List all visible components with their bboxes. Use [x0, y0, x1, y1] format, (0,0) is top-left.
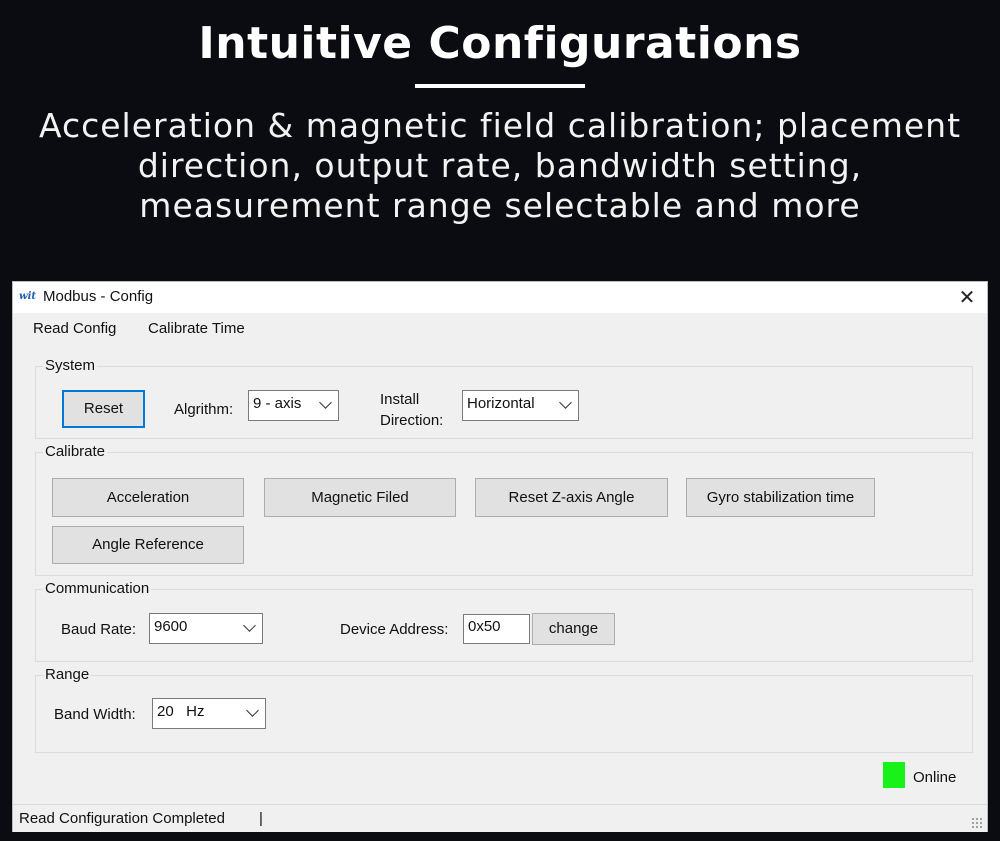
online-label: Online — [913, 769, 957, 786]
algorithm-value: 9 - axis — [253, 395, 302, 412]
install-direction-select[interactable]: Horizontal — [462, 390, 579, 421]
hero-title: Intuitive Configurations — [198, 18, 802, 69]
system-group-title: System — [43, 357, 98, 374]
status-message: Read Configuration Completed — [19, 810, 225, 827]
band-width-value: 20 Hz — [157, 703, 205, 720]
menu-calibrate-time[interactable]: Calibrate Time — [148, 320, 245, 337]
menu-bar: Read Config Calibrate Time — [13, 313, 987, 345]
baud-rate-select[interactable]: 9600 — [149, 613, 263, 644]
angle-reference-button[interactable]: Angle Reference — [52, 526, 244, 564]
hero-subtitle-line-1: Acceleration & magnetic field calibratio… — [38, 106, 962, 145]
install-direction-label-line1: Install — [380, 391, 420, 408]
chevron-down-icon — [243, 619, 256, 632]
menu-read-config[interactable]: Read Config — [33, 320, 116, 337]
hero-subtitle-line-3: measurement range selectable and more — [139, 186, 861, 225]
status-separator: | — [259, 810, 263, 827]
status-led-icon — [883, 762, 905, 788]
device-address-input[interactable]: 0x50 — [463, 614, 530, 644]
reset-button[interactable]: Reset — [62, 390, 145, 428]
device-address-label: Device Address: — [340, 621, 449, 638]
chevron-down-icon — [319, 396, 332, 409]
band-width-select[interactable]: 20 Hz — [152, 698, 266, 729]
config-window: wit Modbus - Config ✕ Read Config Calibr… — [12, 281, 988, 832]
hero-underline — [415, 84, 585, 88]
close-icon[interactable]: ✕ — [955, 285, 979, 309]
gyro-stabilization-time-button[interactable]: Gyro stabilization time — [686, 478, 875, 517]
baud-rate-value: 9600 — [154, 618, 188, 635]
range-group-title: Range — [43, 666, 92, 683]
magnetic-field-calibrate-button[interactable]: Magnetic Filed — [264, 478, 456, 517]
install-direction-value: Horizontal — [467, 395, 535, 412]
algorithm-label: Algrithm: — [174, 401, 234, 418]
calibrate-group-title: Calibrate — [43, 443, 108, 460]
baud-rate-label: Baud Rate: — [61, 621, 137, 638]
communication-group-title: Communication — [43, 580, 152, 597]
hero-subtitle: Acceleration & magnetic field calibratio… — [20, 106, 980, 226]
status-bar: Read Configuration Completed | — [13, 804, 987, 832]
reset-z-axis-angle-button[interactable]: Reset Z-axis Angle — [475, 478, 668, 517]
algorithm-select[interactable]: 9 - axis — [248, 390, 339, 421]
app-logo-icon: wit — [19, 291, 37, 302]
acceleration-calibrate-button[interactable]: Acceleration — [52, 478, 244, 517]
chevron-down-icon — [559, 396, 572, 409]
chevron-down-icon — [246, 704, 259, 717]
title-bar[interactable]: wit Modbus - Config ✕ — [13, 282, 987, 313]
resize-grip-icon[interactable] — [971, 817, 983, 829]
hero-subtitle-line-2: direction, output rate, bandwidth settin… — [137, 146, 863, 185]
band-width-label: Band Width: — [54, 706, 136, 723]
install-direction-label-line2: Direction: — [380, 412, 444, 429]
window-title: Modbus - Config — [43, 288, 154, 305]
change-address-button[interactable]: change — [532, 613, 615, 645]
